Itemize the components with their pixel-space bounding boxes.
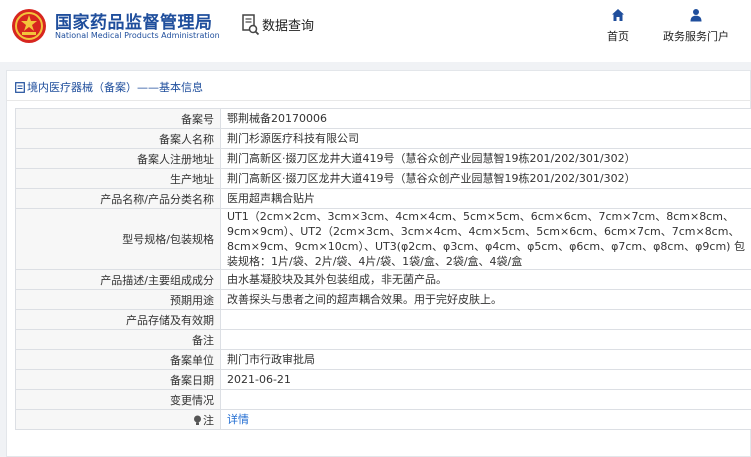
table-row: 备案人注册地址 荆门高新区·掇刀区龙井大道419号（慧谷众创产业园慧智19栋20… [15,148,751,169]
record-detail-table: 备案号 鄂荆械备20170006 备案人名称 荆门杉源医疗科技有限公司 备案人注… [15,108,751,430]
content-area: 境内医疗器械（备案）——基本信息 备案号 鄂荆械备20170006 备案人名称 … [0,62,751,457]
user-icon [690,9,702,22]
field-label: 备案人名称 [15,128,221,149]
table-row: 产品名称/产品分类名称 医用超声耦合贴片 [15,188,751,209]
field-value [220,389,751,410]
field-label: 型号规格/包装规格 [15,208,221,270]
document-icon [15,82,25,93]
field-value [220,329,751,350]
field-value [220,309,751,330]
lightbulb-icon [194,415,201,425]
org-name-cn: 国家药品监督管理局 [55,13,213,33]
field-value: 医用超声耦合贴片 [220,188,751,209]
field-value: 改善探头与患者之间的超声耦合效果。用于完好皮肤上。 [220,289,751,310]
field-value: 荆门高新区·掇刀区龙井大道419号（慧谷众创产业园慧智19栋201/202/30… [220,168,751,189]
field-label: 备案号 [15,108,221,129]
table-row: 型号规格/包装规格 UT1（2cm×2cm、3cm×3cm、4cm×4cm、5c… [15,208,751,270]
field-value: 荆门杉源医疗科技有限公司 [220,128,751,149]
table-row: 预期用途 改善探头与患者之间的超声耦合效果。用于完好皮肤上。 [15,289,751,310]
details-link[interactable]: 详情 [227,413,249,426]
field-label: 生产地址 [15,168,221,189]
table-row: 备注 [15,329,751,350]
table-row: 备案单位 荆门市行政审批局 [15,349,751,370]
table-row: 备案号 鄂荆械备20170006 [15,108,751,129]
field-label: 变更情况 [15,389,221,410]
breadcrumb-text: 境内医疗器械（备案）——基本信息 [27,81,203,94]
field-label: 备案日期 [15,369,221,390]
nav-portal-label: 政务服务门户 [663,30,729,43]
field-value: 鄂荆械备20170006 [220,108,751,129]
org-name-en: National Medical Products Administration [55,31,220,40]
field-label: 产品名称/产品分类名称 [15,188,221,209]
field-value: 2021-06-21 [220,369,751,390]
home-icon [612,9,624,21]
field-label: 备案单位 [15,349,221,370]
field-value: 详情 [220,409,751,430]
table-row: 生产地址 荆门高新区·掇刀区龙井大道419号（慧谷众创产业园慧智19栋201/2… [15,168,751,189]
nav-home-button[interactable]: 首页 [598,8,638,48]
field-label-note: 注 [15,409,221,430]
nav-home-label: 首页 [607,30,629,43]
field-label: 备案人注册地址 [15,148,221,169]
detail-card: 境内医疗器械（备案）——基本信息 备案号 鄂荆械备20170006 备案人名称 … [6,70,751,457]
national-emblem-icon [12,9,46,43]
field-label: 备注 [15,329,221,350]
document-search-icon [242,14,260,36]
data-query-title: 数据查询 [262,19,315,34]
table-row: 产品描述/主要组成成分 由水基凝胶块及其外包装组成，非无菌产品。 [15,269,751,290]
field-label: 预期用途 [15,289,221,310]
field-value: 荆门市行政审批局 [220,349,751,370]
breadcrumb: 境内医疗器械（备案）——基本信息 [7,71,751,101]
table-row: 产品存储及有效期 [15,309,751,330]
field-label: 产品存储及有效期 [15,309,221,330]
field-label: 产品描述/主要组成成分 [15,269,221,290]
note-label-text: 注 [203,413,214,427]
site-header: 国家药品监督管理局 National Medical Products Admi… [0,0,751,62]
field-value: 由水基凝胶块及其外包装组成，非无菌产品。 [220,269,751,290]
table-row: 变更情况 [15,389,751,410]
table-row: 备案人名称 荆门杉源医疗科技有限公司 [15,128,751,149]
nav-portal-button[interactable]: 政务服务门户 [652,8,740,48]
field-value: 荆门高新区·掇刀区龙井大道419号（慧谷众创产业园慧智19栋201/202/30… [220,148,751,169]
table-row: 备案日期 2021-06-21 [15,369,751,390]
table-row: 注 详情 [15,409,751,430]
field-value: UT1（2cm×2cm、3cm×3cm、4cm×4cm、5cm×5cm、6cm×… [220,208,751,270]
